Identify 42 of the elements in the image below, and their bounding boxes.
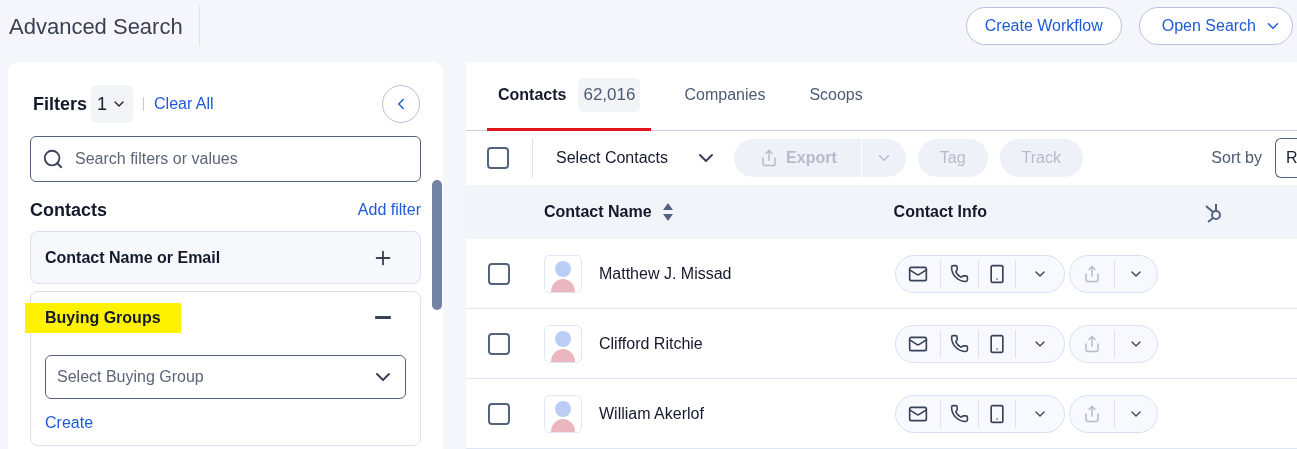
phone-icon[interactable] bbox=[950, 264, 969, 283]
sort-icon bbox=[661, 202, 674, 222]
add-filter-link[interactable]: Add filter bbox=[357, 198, 421, 222]
phone-icon[interactable] bbox=[950, 334, 969, 353]
checkbox[interactable] bbox=[488, 402, 510, 425]
filter-label[interactable]: Buying Groups bbox=[25, 302, 181, 333]
create-workflow-button[interactable]: Create Workflow bbox=[965, 7, 1122, 45]
sort-dropdown[interactable]: R bbox=[1275, 138, 1297, 178]
filters-heading: Filters bbox=[33, 92, 88, 116]
page-title: Advanced Search bbox=[9, 6, 200, 46]
sort-label: Sort by bbox=[1211, 148, 1262, 168]
filter-label[interactable]: Contact Name or Email bbox=[45, 245, 221, 270]
column-header[interactable]: Contact Name bbox=[544, 200, 674, 224]
mobile-icon[interactable] bbox=[987, 333, 1007, 354]
open-search-button[interactable]: Open Search bbox=[1138, 7, 1293, 45]
scrollbar[interactable] bbox=[432, 180, 442, 310]
avatar-icon bbox=[544, 254, 582, 293]
checkbox[interactable] bbox=[487, 147, 509, 169]
tab[interactable]: Contacts 62,016 bbox=[487, 62, 652, 131]
search-field[interactable]: Search filters or values bbox=[30, 136, 421, 182]
avatar-icon bbox=[544, 394, 582, 433]
contact-name[interactable]: Clifford Ritchie bbox=[599, 331, 895, 356]
tab[interactable]: Scoops bbox=[798, 62, 874, 131]
checkbox[interactable] bbox=[488, 262, 510, 285]
share-icon bbox=[760, 149, 779, 167]
contact-name[interactable]: William Akerlof bbox=[599, 401, 895, 426]
column-header[interactable]: Contact Info bbox=[893, 200, 987, 224]
checkbox[interactable] bbox=[488, 332, 510, 355]
tab[interactable]: Companies bbox=[673, 62, 777, 131]
phone-icon[interactable] bbox=[950, 404, 969, 423]
section-heading: Contacts bbox=[30, 198, 107, 222]
avatar-icon bbox=[544, 324, 582, 363]
mobile-icon[interactable] bbox=[987, 403, 1007, 424]
filter-count-dropdown[interactable]: 1 bbox=[91, 85, 134, 123]
select-contacts-dropdown[interactable]: Select Contacts bbox=[556, 146, 719, 170]
create-link[interactable]: Create bbox=[45, 411, 94, 435]
contact-name[interactable]: Matthew J. Missad bbox=[599, 261, 895, 286]
buying-group-select[interactable]: Select Buying Group bbox=[45, 355, 406, 399]
mobile-icon[interactable] bbox=[987, 263, 1007, 284]
count-badge: 62,016 bbox=[578, 78, 641, 112]
clear-all-link[interactable]: Clear All bbox=[154, 92, 214, 116]
search-icon bbox=[42, 148, 64, 170]
